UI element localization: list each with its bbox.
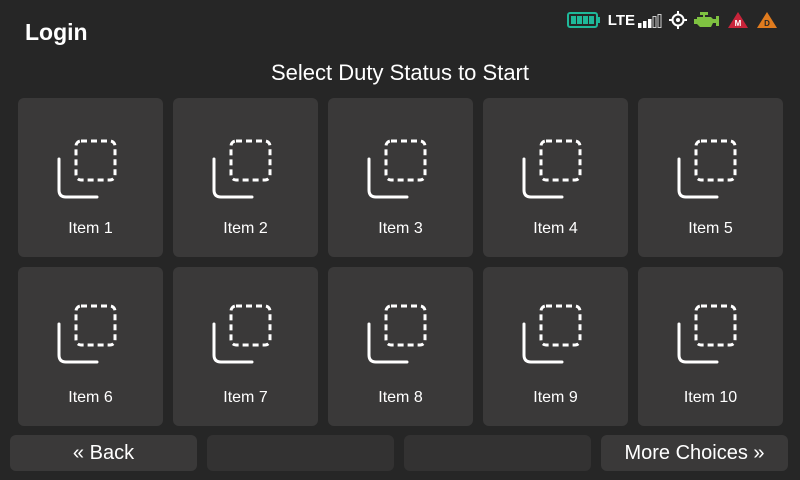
tile-label: Item 3 [378, 220, 423, 237]
duty-status-tile[interactable]: Item 5 [638, 98, 783, 257]
tile-label: Item 1 [68, 220, 113, 237]
page-title: Login [25, 19, 88, 45]
diagnostic-warning-label: D [764, 19, 770, 28]
duty-status-tile[interactable]: Item 8 [328, 267, 473, 426]
layers-icon [677, 304, 737, 364]
lte-signal-icon: LTE [608, 13, 662, 28]
duty-status-tile[interactable]: Item 1 [18, 98, 163, 257]
layers-icon [677, 139, 737, 199]
signal-bars-icon [638, 13, 662, 28]
engine-icon [694, 12, 719, 27]
tile-label: Item 10 [683, 389, 738, 406]
layers-icon [367, 139, 427, 199]
battery-icon [566, 12, 600, 28]
duty-status-tile[interactable]: Item 4 [483, 98, 628, 257]
layers-icon [57, 139, 117, 199]
bottom-action-bar: « Back More Choices » [10, 435, 788, 471]
duty-status-tile[interactable]: Item 3 [328, 98, 473, 257]
layers-icon [522, 139, 582, 199]
layers-icon [212, 304, 272, 364]
layers-icon [212, 139, 272, 199]
gps-icon [669, 11, 687, 29]
duty-status-tile[interactable]: Item 10 [638, 267, 783, 426]
duty-status-tile[interactable]: Item 2 [173, 98, 318, 257]
tile-label: Item 9 [533, 389, 578, 406]
network-label: LTE [607, 11, 635, 29]
duty-status-grid: Item 1 Item 2 Item 3 Item 4 Item 5 Item … [18, 98, 783, 426]
back-button[interactable]: « Back [10, 435, 197, 471]
more-choices-button[interactable]: More Choices » [601, 435, 788, 471]
malfunction-warning-icon: M [728, 12, 748, 28]
diagnostic-warning-icon: D [757, 12, 777, 28]
duty-status-tile[interactable]: Item 7 [173, 267, 318, 426]
tile-label: Item 2 [223, 220, 268, 237]
tile-label: Item 7 [223, 389, 268, 406]
duty-status-tile[interactable]: Item 9 [483, 267, 628, 426]
tile-label: Item 5 [688, 220, 733, 237]
layers-icon [522, 304, 582, 364]
tile-label: Item 4 [533, 220, 578, 237]
empty-button-slot [207, 435, 394, 471]
tile-label: Item 8 [378, 389, 423, 406]
empty-button-slot [404, 435, 591, 471]
page-subtitle: Select Duty Status to Start [270, 60, 529, 85]
layers-icon [367, 304, 427, 364]
duty-status-tile[interactable]: Item 6 [18, 267, 163, 426]
layers-icon [57, 304, 117, 364]
tile-label: Item 6 [68, 389, 113, 406]
status-bar: LTE M D [566, 9, 778, 31]
malfunction-warning-label: M [735, 19, 742, 28]
